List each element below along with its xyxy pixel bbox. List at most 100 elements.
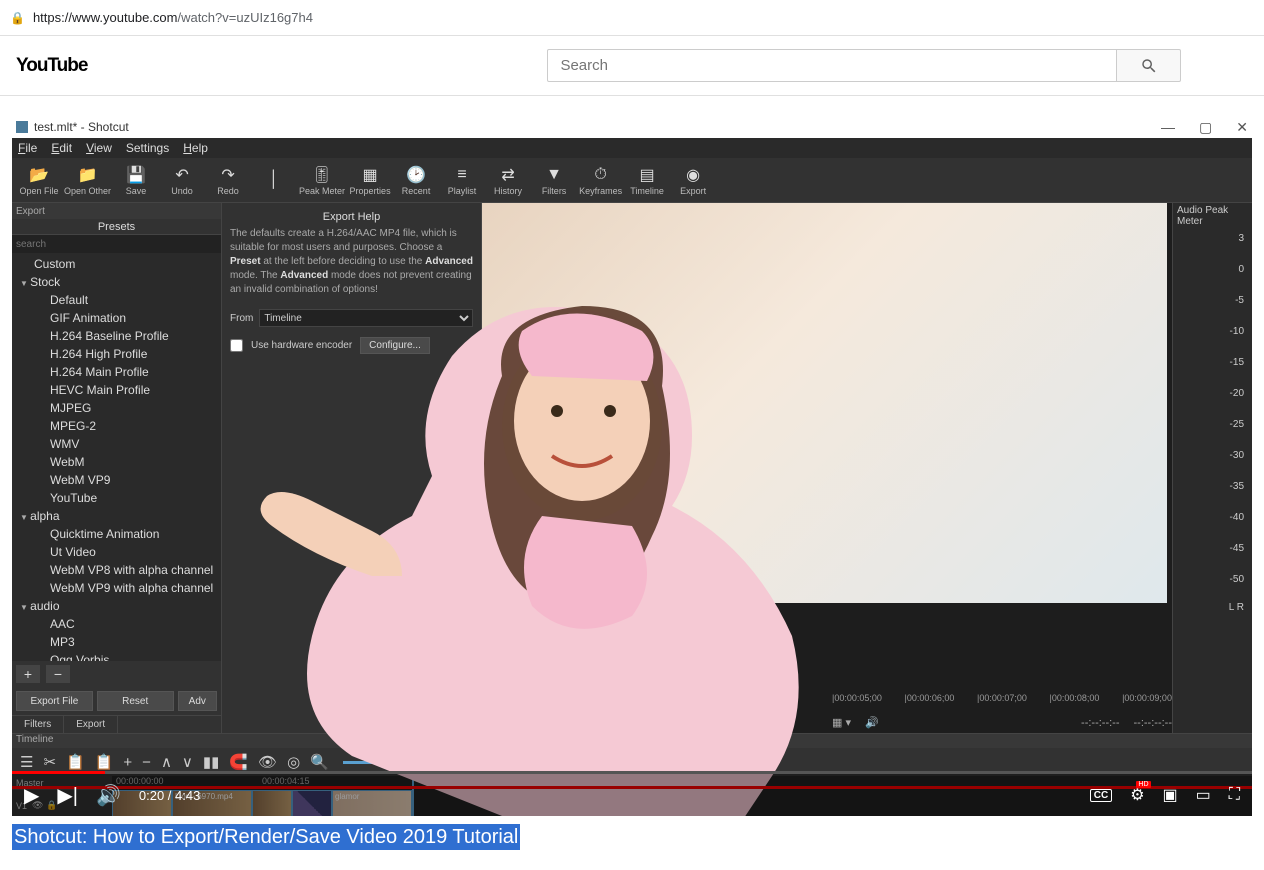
miniplayer-button[interactable]: ▣	[1163, 785, 1178, 805]
preset-group[interactable]: audio	[12, 597, 221, 615]
tab-filters[interactable]: Filters	[12, 716, 64, 733]
preset-item[interactable]: WebM	[12, 453, 221, 471]
preset-item[interactable]: H.264 High Profile	[12, 345, 221, 363]
preset-item[interactable]: H.264 Baseline Profile	[12, 327, 221, 345]
toolbar-filters[interactable]: ▼Filters	[533, 160, 575, 200]
preset-search[interactable]	[12, 235, 221, 253]
advanced-button[interactable]: Adv	[178, 691, 217, 711]
preset-list[interactable]: CustomStockDefaultGIF AnimationH.264 Bas…	[12, 253, 221, 661]
add-preset-button[interactable]: +	[16, 665, 40, 683]
export-file-button[interactable]: Export File	[16, 691, 93, 711]
timeline-tool-icon[interactable]: 📋	[66, 753, 85, 771]
toolbar-open-file[interactable]: 📂Open File	[18, 160, 60, 200]
preset-item[interactable]: WebM VP9 with alpha channel	[12, 579, 221, 597]
preset-item[interactable]: Ut Video	[12, 543, 221, 561]
zoom-slider[interactable]	[343, 761, 403, 764]
preset-item[interactable]: MP3	[12, 633, 221, 651]
peak-db-label: -30	[1230, 450, 1244, 461]
timeline-tool-icon[interactable]: ∧	[161, 753, 172, 771]
tab-export[interactable]: Export	[64, 716, 118, 733]
preset-item[interactable]: AAC	[12, 615, 221, 633]
preset-item[interactable]: WebM VP8 with alpha channel	[12, 561, 221, 579]
export-header: Export	[12, 203, 221, 219]
preview-volume-icon[interactable]: 🔊	[865, 716, 879, 729]
preset-item[interactable]: HEVC Main Profile	[12, 381, 221, 399]
configure-button[interactable]: Configure...	[360, 337, 430, 354]
preset-group[interactable]: alpha	[12, 507, 221, 525]
preset-item[interactable]: Ogg Vorbis	[12, 651, 221, 661]
timeline-tool-icon[interactable]: 📋	[95, 753, 114, 771]
settings-button[interactable]: ⚙HD	[1130, 785, 1144, 805]
timeline-tool-icon[interactable]: +	[123, 754, 132, 771]
timeline-tool-icon[interactable]: 🧲	[229, 753, 248, 771]
close-button[interactable]: ✕	[1236, 119, 1248, 136]
maximize-button[interactable]: ▢	[1199, 119, 1212, 136]
reset-button[interactable]: Reset	[97, 691, 174, 711]
timeline-tool-icon[interactable]: 👁	[258, 753, 277, 771]
menu-help[interactable]: Help	[183, 141, 208, 155]
toolbar-recent[interactable]: 🕑Recent	[395, 160, 437, 200]
toolbar-history[interactable]: ⇄History	[487, 160, 529, 200]
menu-edit[interactable]: Edit	[51, 141, 72, 155]
timeline-tool-icon[interactable]: ◎	[287, 753, 300, 771]
timeline-tool-icon[interactable]: ∨	[182, 753, 193, 771]
peak-db-label: -45	[1230, 543, 1244, 554]
next-button[interactable]: ▶|	[57, 783, 78, 808]
timeline-tool-icon[interactable]: ☰	[20, 753, 33, 771]
toolbar-timeline[interactable]: ▤Timeline	[626, 160, 668, 200]
toolbar-open-other[interactable]: 📁Open Other	[64, 160, 111, 200]
video-title: Shotcut: How to Export/Render/Save Video…	[12, 826, 1252, 849]
theater-button[interactable]: ▭	[1196, 785, 1211, 805]
volume-button[interactable]: 🔊	[96, 783, 121, 808]
menu-view[interactable]: View	[86, 141, 112, 155]
timeline-tool-icon[interactable]: 🔍	[310, 753, 329, 771]
toolbar-export[interactable]: ◉Export	[672, 160, 714, 200]
preset-item[interactable]: WebM VP9	[12, 471, 221, 489]
peak-db-label: -20	[1230, 388, 1244, 399]
preset-item[interactable]: Custom	[12, 255, 221, 273]
export-help-text: The defaults create a H.264/AAC MP4 file…	[226, 227, 477, 305]
peak-db-label: -50	[1230, 574, 1244, 585]
toolbar-properties[interactable]: ▦Properties	[349, 160, 391, 200]
preset-item[interactable]: YouTube	[12, 489, 221, 507]
video-player[interactable]: test.mlt* - Shotcut — ▢ ✕ File Edit View…	[12, 116, 1252, 816]
toolbar-redo[interactable]: ↷Redo	[207, 160, 249, 200]
preset-item[interactable]: Quicktime Animation	[12, 525, 221, 543]
preview-zoom-icon[interactable]: ▦ ▾	[832, 716, 851, 729]
timeline-tool-icon[interactable]: ▮▮	[203, 753, 220, 771]
timeline-tool-icon[interactable]: ✂	[43, 753, 56, 771]
shotcut-menubar: File Edit View Settings Help	[12, 138, 1252, 158]
menu-file[interactable]: File	[18, 141, 37, 155]
fullscreen-button[interactable]: ⛶	[1229, 786, 1240, 804]
preset-item[interactable]: Default	[12, 291, 221, 309]
preset-item[interactable]: MPEG-2	[12, 417, 221, 435]
search-button[interactable]	[1117, 49, 1181, 82]
preset-item[interactable]: WMV	[12, 435, 221, 453]
progress-bar[interactable]	[12, 771, 1252, 774]
hw-encoder-checkbox[interactable]	[230, 339, 243, 352]
preset-group[interactable]: Stock	[12, 273, 221, 291]
remove-preset-button[interactable]: −	[46, 665, 70, 683]
toolbar-undo[interactable]: ↶Undo	[161, 160, 203, 200]
toolbar-save[interactable]: 💾Save	[115, 160, 157, 200]
youtube-logo[interactable]: YouTube	[16, 55, 87, 77]
peak-db-label: -15	[1230, 357, 1244, 368]
toolbar-keyframes[interactable]: ⏱Keyframes	[579, 160, 622, 200]
from-select[interactable]: Timeline	[259, 309, 473, 327]
toolbar-playlist[interactable]: ≡Playlist	[441, 160, 483, 200]
search-input[interactable]	[547, 49, 1117, 82]
ruler-mark: |00:00:07;00	[977, 693, 1027, 703]
browser-address-bar[interactable]: 🔒 https://www.youtube.com/watch?v=uzUIz1…	[0, 0, 1264, 36]
ruler-mark: |00:00:09;00	[1122, 693, 1172, 703]
toolbar-peak-meter[interactable]: 🎚Peak Meter	[299, 160, 345, 200]
play-button[interactable]: ▶	[24, 783, 39, 808]
cc-button[interactable]: CC	[1090, 789, 1112, 802]
timeline-tool-icon[interactable]: −	[142, 754, 151, 771]
toolbar-sep[interactable]: │	[253, 160, 295, 200]
lock-icon: 🔒	[10, 11, 25, 25]
preset-item[interactable]: GIF Animation	[12, 309, 221, 327]
preset-item[interactable]: MJPEG	[12, 399, 221, 417]
minimize-button[interactable]: —	[1161, 119, 1175, 136]
preset-item[interactable]: H.264 Main Profile	[12, 363, 221, 381]
menu-settings[interactable]: Settings	[126, 141, 169, 155]
